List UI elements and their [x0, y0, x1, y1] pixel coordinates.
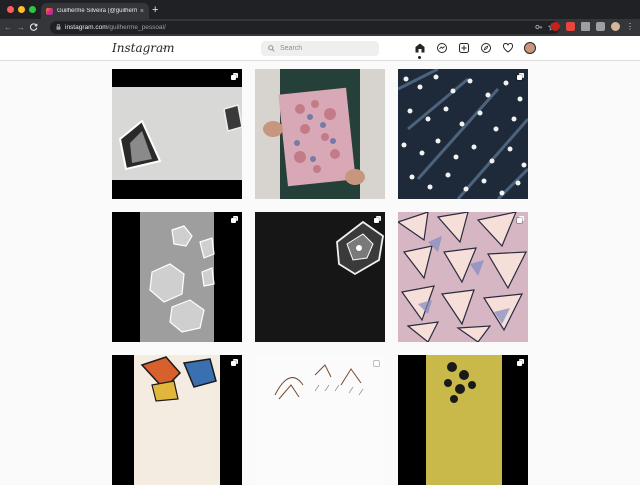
- tab-close-icon[interactable]: ×: [140, 8, 144, 15]
- post-image: [112, 69, 242, 199]
- instagram-header: Instagram ⌄ Search: [0, 36, 640, 61]
- post-image: [255, 212, 385, 342]
- lock-icon: [56, 24, 61, 32]
- post-image: [398, 355, 528, 485]
- messenger-icon[interactable]: [436, 42, 448, 54]
- multiple-photos-icon: [231, 216, 238, 223]
- chevron-down-icon[interactable]: ⌄: [161, 44, 166, 51]
- extension-box-icon[interactable]: [596, 22, 605, 31]
- forward-button[interactable]: →: [16, 23, 26, 32]
- back-button[interactable]: ←: [3, 23, 13, 32]
- post-tile[interactable]: [112, 212, 242, 342]
- search-placeholder: Search: [280, 45, 302, 52]
- multiple-photos-icon: [374, 216, 381, 223]
- post-image: [398, 212, 528, 342]
- post-image: [398, 69, 528, 199]
- multiple-photos-icon: [374, 359, 381, 366]
- instagram-nav: [414, 42, 536, 54]
- home-icon[interactable]: [414, 42, 426, 54]
- post-tile[interactable]: [255, 69, 385, 199]
- multiple-photos-icon: [517, 73, 524, 80]
- browser-titlebar: Guilherme Silveira (@guilherme × +: [0, 0, 640, 19]
- search-input[interactable]: Search: [261, 41, 379, 56]
- extension-red-icon[interactable]: [566, 22, 575, 31]
- profile-icon[interactable]: [611, 22, 620, 31]
- post-tile[interactable]: [398, 355, 528, 485]
- explore-icon[interactable]: [480, 42, 492, 54]
- key-icon[interactable]: [535, 23, 543, 34]
- close-window-button[interactable]: [7, 6, 14, 13]
- browser-tab[interactable]: Guilherme Silveira (@guilherme ×: [41, 3, 149, 19]
- menu-icon[interactable]: ⋮: [626, 22, 634, 31]
- post-tile[interactable]: [255, 355, 385, 485]
- post-tile[interactable]: [112, 355, 242, 485]
- minimize-window-button[interactable]: [18, 6, 25, 13]
- post-tile[interactable]: [398, 69, 528, 199]
- browser-toolbar: ← → instagram.com /guilherme_pessoal/ ⋮: [0, 19, 640, 36]
- maximize-window-button[interactable]: [29, 6, 36, 13]
- post-image: [255, 355, 385, 485]
- instagram-favicon-icon: [46, 8, 53, 15]
- post-image: [255, 69, 385, 199]
- active-indicator: [418, 56, 421, 59]
- post-image: [112, 212, 242, 342]
- new-tab-button[interactable]: +: [152, 4, 158, 16]
- url-host: instagram.com: [65, 24, 108, 31]
- instagram-page: Instagram ⌄ Search: [0, 36, 640, 400]
- heart-icon[interactable]: [502, 42, 514, 54]
- post-tile[interactable]: [112, 69, 242, 199]
- search-icon: [268, 45, 275, 52]
- url-path: /guilherme_pessoal/: [108, 24, 166, 31]
- post-tile[interactable]: [255, 212, 385, 342]
- profile-avatar[interactable]: [524, 42, 536, 54]
- post-image: [112, 355, 242, 485]
- tab-title: Guilherme Silveira (@guilherme: [57, 8, 137, 14]
- reload-icon: [30, 23, 38, 31]
- extension-shield-icon[interactable]: [551, 22, 560, 31]
- multiple-photos-icon: [231, 359, 238, 366]
- multiple-photos-icon: [517, 216, 524, 223]
- multiple-photos-icon: [517, 359, 524, 366]
- post-tile[interactable]: [398, 212, 528, 342]
- new-post-icon[interactable]: [458, 42, 470, 54]
- extension-puzzle-icon[interactable]: [581, 22, 590, 31]
- reload-button[interactable]: [29, 23, 39, 33]
- multiple-photos-icon: [231, 73, 238, 80]
- address-bar[interactable]: instagram.com /guilherme_pessoal/: [50, 21, 560, 34]
